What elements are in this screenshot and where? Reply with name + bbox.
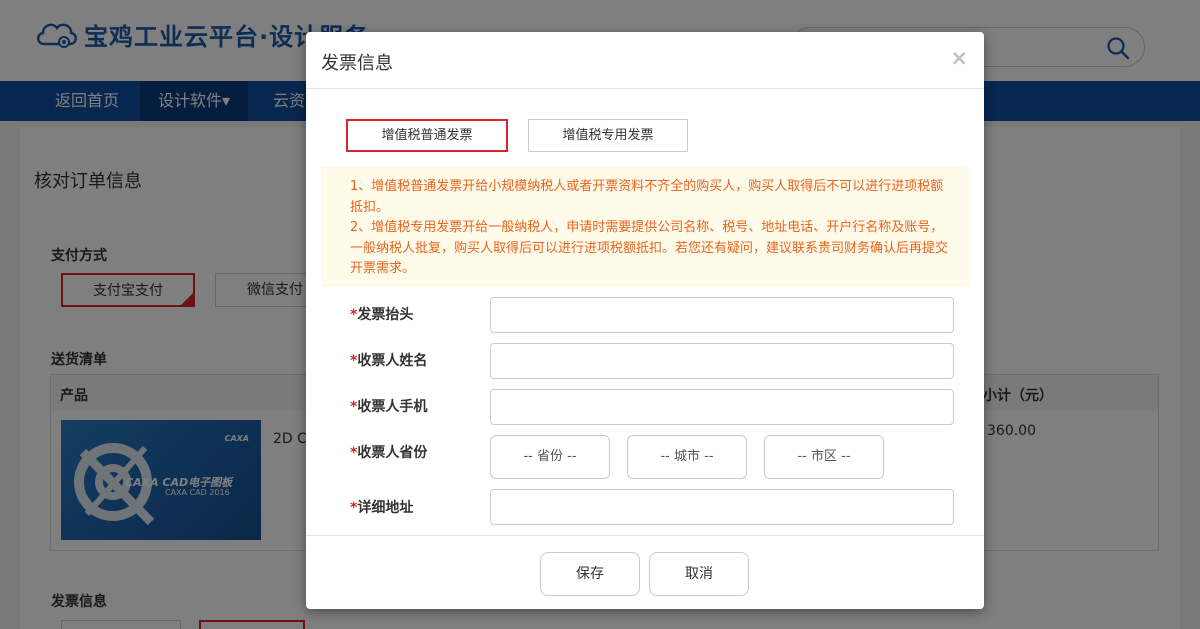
invoice-type-special[interactable]: 增值税专用发票 (528, 119, 688, 152)
invoice-notice: 1、增值税普通发票开给小规模纳税人或者开票资料不齐全的购买人，购买人取得后不可以… (321, 167, 969, 287)
invoice-title-input[interactable] (490, 297, 954, 333)
close-icon[interactable]: × (950, 46, 968, 70)
district-select[interactable]: -- 市区 -- (764, 435, 884, 479)
recipient-province-label: *收票人省份 (350, 445, 428, 461)
invoice-type-normal[interactable]: 增值税普通发票 (346, 119, 508, 152)
invoice-title-label: *发票抬头 (350, 307, 414, 323)
notice-line-2: 2、增值税专用发票开给一般纳税人，申请时需要提供公司名称、税号、地址电话、开户行… (350, 220, 949, 276)
invoice-modal: 发票信息 × 增值税普通发票 增值税专用发票 1、增值税普通发票开给小规模纳税人… (306, 32, 984, 609)
province-select[interactable]: -- 省份 -- (490, 435, 610, 479)
detail-address-label: *详细地址 (350, 500, 414, 516)
modal-footer: 保存 取消 (306, 535, 984, 609)
city-select[interactable]: -- 城市 -- (627, 435, 747, 479)
recipient-phone-label: *收票人手机 (350, 399, 428, 415)
recipient-name-input[interactable] (490, 343, 954, 379)
notice-line-1: 1、增值税普通发票开给小规模纳税人或者开票资料不齐全的购买人，购买人取得后不可以… (350, 179, 944, 215)
detail-address-input[interactable] (490, 489, 954, 525)
modal-title: 发票信息 (321, 53, 393, 74)
recipient-name-label: *收票人姓名 (350, 353, 428, 369)
modal-header: 发票信息 × (306, 32, 984, 89)
cancel-button[interactable]: 取消 (649, 552, 749, 596)
save-button[interactable]: 保存 (540, 552, 640, 596)
recipient-phone-input[interactable] (490, 389, 954, 425)
